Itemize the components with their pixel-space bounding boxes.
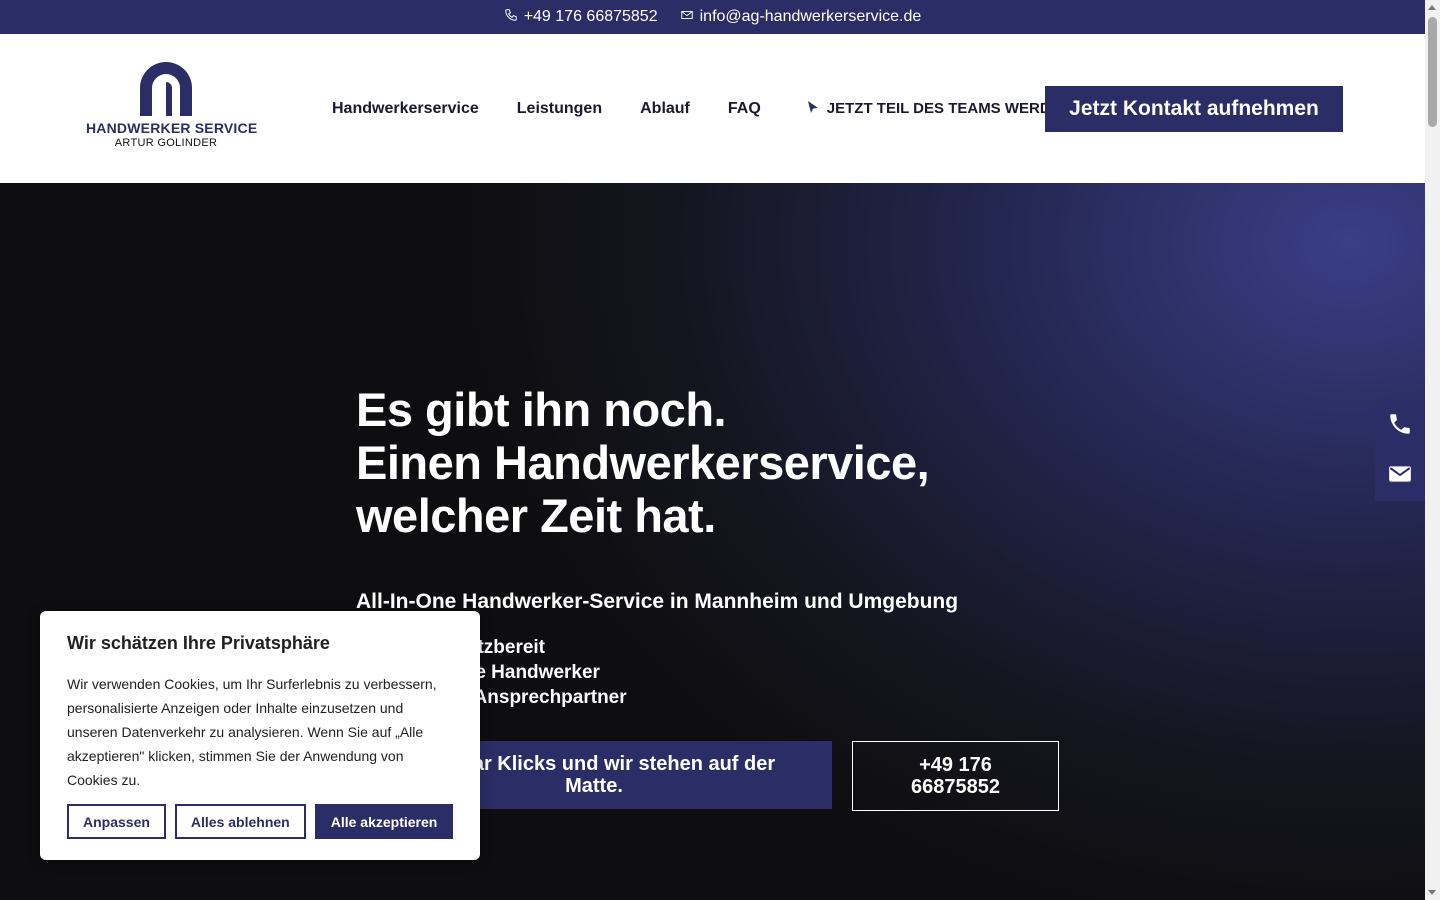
hero-title-line: Einen Handwerkerservice, [356, 436, 930, 489]
site-header: HANDWERKER SERVICE ARTUR GOLINDER Handwe… [0, 34, 1425, 183]
cookie-reject-button[interactable]: Alles ablehnen [174, 804, 306, 839]
phone-icon [504, 8, 518, 27]
scrollbar-thumb[interactable] [1428, 17, 1437, 127]
envelope-icon [1387, 461, 1413, 492]
logo[interactable]: HANDWERKER SERVICE ARTUR GOLINDER [86, 58, 258, 158]
logo-owner-text: ARTUR GOLINDER [114, 137, 218, 149]
cookie-text: Wir verwenden Cookies, um Ihr Surferlebn… [67, 676, 437, 788]
nav-item-faq[interactable]: FAQ [728, 100, 761, 118]
nav-item-handwerkerservice[interactable]: Handwerkerservice [332, 100, 479, 118]
logo-mark-icon [140, 62, 192, 116]
cookie-title: Wir schätzen Ihre Privatsphäre [67, 633, 330, 653]
cookie-actions: Anpassen Alles ablehnen Alle akzeptieren [67, 804, 454, 839]
float-phone-button[interactable] [1375, 401, 1425, 451]
cursor-icon [807, 100, 819, 118]
topbar-phone-text[interactable]: +49 176 66875852 [524, 8, 658, 26]
contact-cta-button[interactable]: Jetzt Kontakt aufnehmen [1045, 86, 1343, 132]
hero-title-line: Es gibt ihn noch. [356, 383, 727, 436]
scroll-down-arrow-icon[interactable] [1428, 890, 1436, 895]
cookie-customize-button[interactable]: Anpassen [67, 804, 166, 839]
nav-item-ablauf[interactable]: Ablauf [640, 100, 690, 118]
float-email-button[interactable] [1375, 451, 1425, 501]
top-contact-bar: +49 176 66875852 info@ag-handwerkerservi… [0, 0, 1425, 34]
topbar-phone[interactable]: +49 176 66875852 [504, 8, 658, 27]
cookie-accept-button[interactable]: Alle akzeptieren [314, 804, 454, 839]
logo-brand-text: HANDWERKER SERVICE [86, 120, 258, 136]
hero-phone-button[interactable]: +49 176 66875852 [852, 741, 1059, 811]
hero-title-line: welcher Zeit hat. [356, 489, 716, 542]
floating-contact-bar [1375, 401, 1425, 501]
page-scrollbar[interactable] [1425, 0, 1440, 900]
cookie-consent-dialog: Wir schätzen Ihre Privatsphäre Wir verwe… [40, 611, 480, 860]
nav-item-leistungen[interactable]: Leistungen [517, 100, 602, 118]
hero-title: Es gibt ihn noch. Einen Handwerkerservic… [356, 383, 1056, 542]
team-link-label: JETZT TEIL DES TEAMS WERDEN [826, 100, 1072, 117]
topbar-email[interactable]: info@ag-handwerkerservice.de [680, 8, 922, 27]
topbar-email-text[interactable]: info@ag-handwerkerservice.de [700, 8, 922, 26]
phone-icon [1387, 411, 1413, 442]
nav-item-team[interactable]: JETZT TEIL DES TEAMS WERDEN [807, 100, 1072, 118]
scroll-up-arrow-icon[interactable] [1428, 5, 1436, 10]
main-nav: Handwerkerservice Leistungen Ablauf FAQ … [332, 34, 1072, 183]
mail-icon [680, 8, 694, 27]
